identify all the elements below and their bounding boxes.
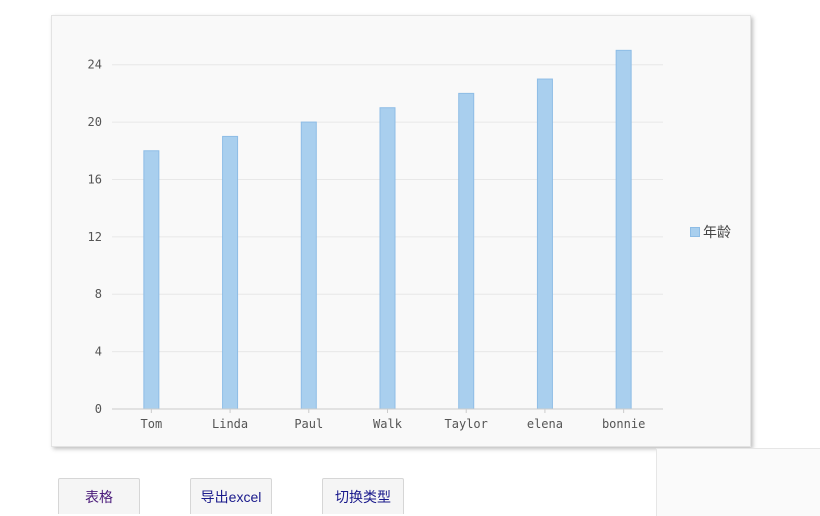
export-excel-button[interactable]: 导出excel	[190, 478, 272, 514]
y-tick-label: 16	[88, 172, 102, 186]
chart-panel: 0 4 8 12 16 20 24 Tom Linda Paul Walk Taylor elena bo…	[51, 15, 751, 447]
axis-layer	[112, 408, 663, 413]
x-tick-label: Paul	[294, 417, 323, 431]
table-button-label: 表格	[85, 488, 113, 505]
label-layer: 0 4 8 12 16 20 24 Tom Linda Paul Walk Taylor elena bo…	[88, 58, 646, 431]
legend-label: 年龄	[703, 225, 731, 241]
bar-chart: 0 4 8 12 16 20 24 Tom Linda Paul Walk Taylor elena bo…	[88, 49, 663, 431]
x-tick-label: elena	[527, 417, 563, 431]
y-tick-label: 4	[95, 345, 102, 359]
y-tick-label: 12	[88, 230, 102, 244]
chart-legend[interactable]: 年龄	[690, 222, 731, 242]
bar[interactable]	[379, 107, 396, 410]
y-tick-label: 0	[95, 402, 102, 416]
x-tick-label: bonnie	[602, 417, 645, 431]
bar[interactable]	[300, 121, 317, 410]
side-panel	[656, 448, 820, 516]
y-tick-label: 24	[88, 58, 102, 72]
bar[interactable]	[536, 78, 553, 410]
y-tick-label: 8	[95, 287, 102, 301]
export-excel-button-label: 导出excel	[200, 488, 262, 505]
page: 0 4 8 12 16 20 24 Tom Linda Paul Walk Taylor elena bo…	[0, 0, 820, 516]
x-tick-label: Tom	[141, 417, 163, 431]
switch-type-button-label: 切换类型	[335, 488, 391, 505]
legend-swatch	[690, 227, 700, 237]
table-button[interactable]: 表格	[58, 478, 140, 514]
switch-type-button[interactable]: 切换类型	[322, 478, 404, 514]
x-tick-label: Walk	[373, 417, 403, 431]
bar-layer	[143, 49, 632, 410]
bar[interactable]	[222, 135, 239, 410]
bar[interactable]	[458, 92, 475, 410]
x-tick-label: Taylor	[445, 417, 488, 431]
bar[interactable]	[615, 49, 632, 410]
x-tick-label: Linda	[212, 417, 248, 431]
bar[interactable]	[143, 150, 160, 410]
y-tick-label: 20	[88, 115, 102, 129]
